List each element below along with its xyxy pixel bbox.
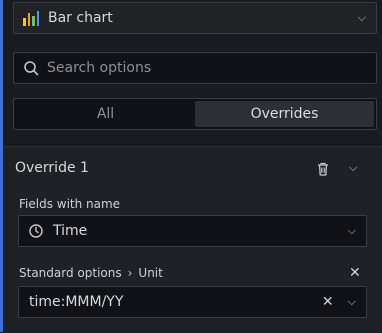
search-input[interactable] xyxy=(45,59,349,77)
clock-icon xyxy=(29,224,43,238)
chevron-down-icon[interactable]: ⌵ xyxy=(349,161,357,175)
property-category: Standard options xyxy=(19,266,122,280)
options-header: Bar chart ⌵ All Overrides xyxy=(3,0,382,146)
unit-select[interactable]: time:MMM/YY ✕ ⌵ xyxy=(18,286,367,318)
chevron-right-icon: › xyxy=(127,266,133,280)
unit-value: time:MMM/YY xyxy=(29,294,124,310)
property-breadcrumb: Standard options › Unit xyxy=(19,266,163,280)
search-options-field[interactable] xyxy=(13,52,377,84)
clear-icon[interactable]: ✕ xyxy=(322,294,334,310)
tab-overrides[interactable]: Overrides xyxy=(195,101,374,127)
tab-all[interactable]: All xyxy=(16,101,195,127)
chevron-down-icon[interactable]: ⌵ xyxy=(348,295,356,309)
override-title[interactable]: Override 1 xyxy=(15,160,89,176)
bar-chart-icon xyxy=(23,10,39,26)
options-tab-bar: All Overrides xyxy=(13,98,377,130)
property-name: Unit xyxy=(138,266,163,280)
trash-icon[interactable] xyxy=(315,161,331,177)
field-name-select[interactable]: Time ⌵ xyxy=(18,215,367,247)
chevron-down-icon[interactable]: ⌵ xyxy=(358,11,366,25)
override-section: Override 1 ⌵ Fields with name Time ⌵ Sta… xyxy=(3,146,382,333)
matcher-label: Fields with name xyxy=(19,197,121,211)
remove-property-icon[interactable]: ✕ xyxy=(349,265,361,281)
visualization-label: Bar chart xyxy=(48,10,113,26)
visualization-picker[interactable]: Bar chart ⌵ xyxy=(13,2,377,34)
chevron-down-icon[interactable]: ⌵ xyxy=(348,224,356,238)
field-name-value: Time xyxy=(53,223,88,239)
search-icon xyxy=(24,61,39,76)
